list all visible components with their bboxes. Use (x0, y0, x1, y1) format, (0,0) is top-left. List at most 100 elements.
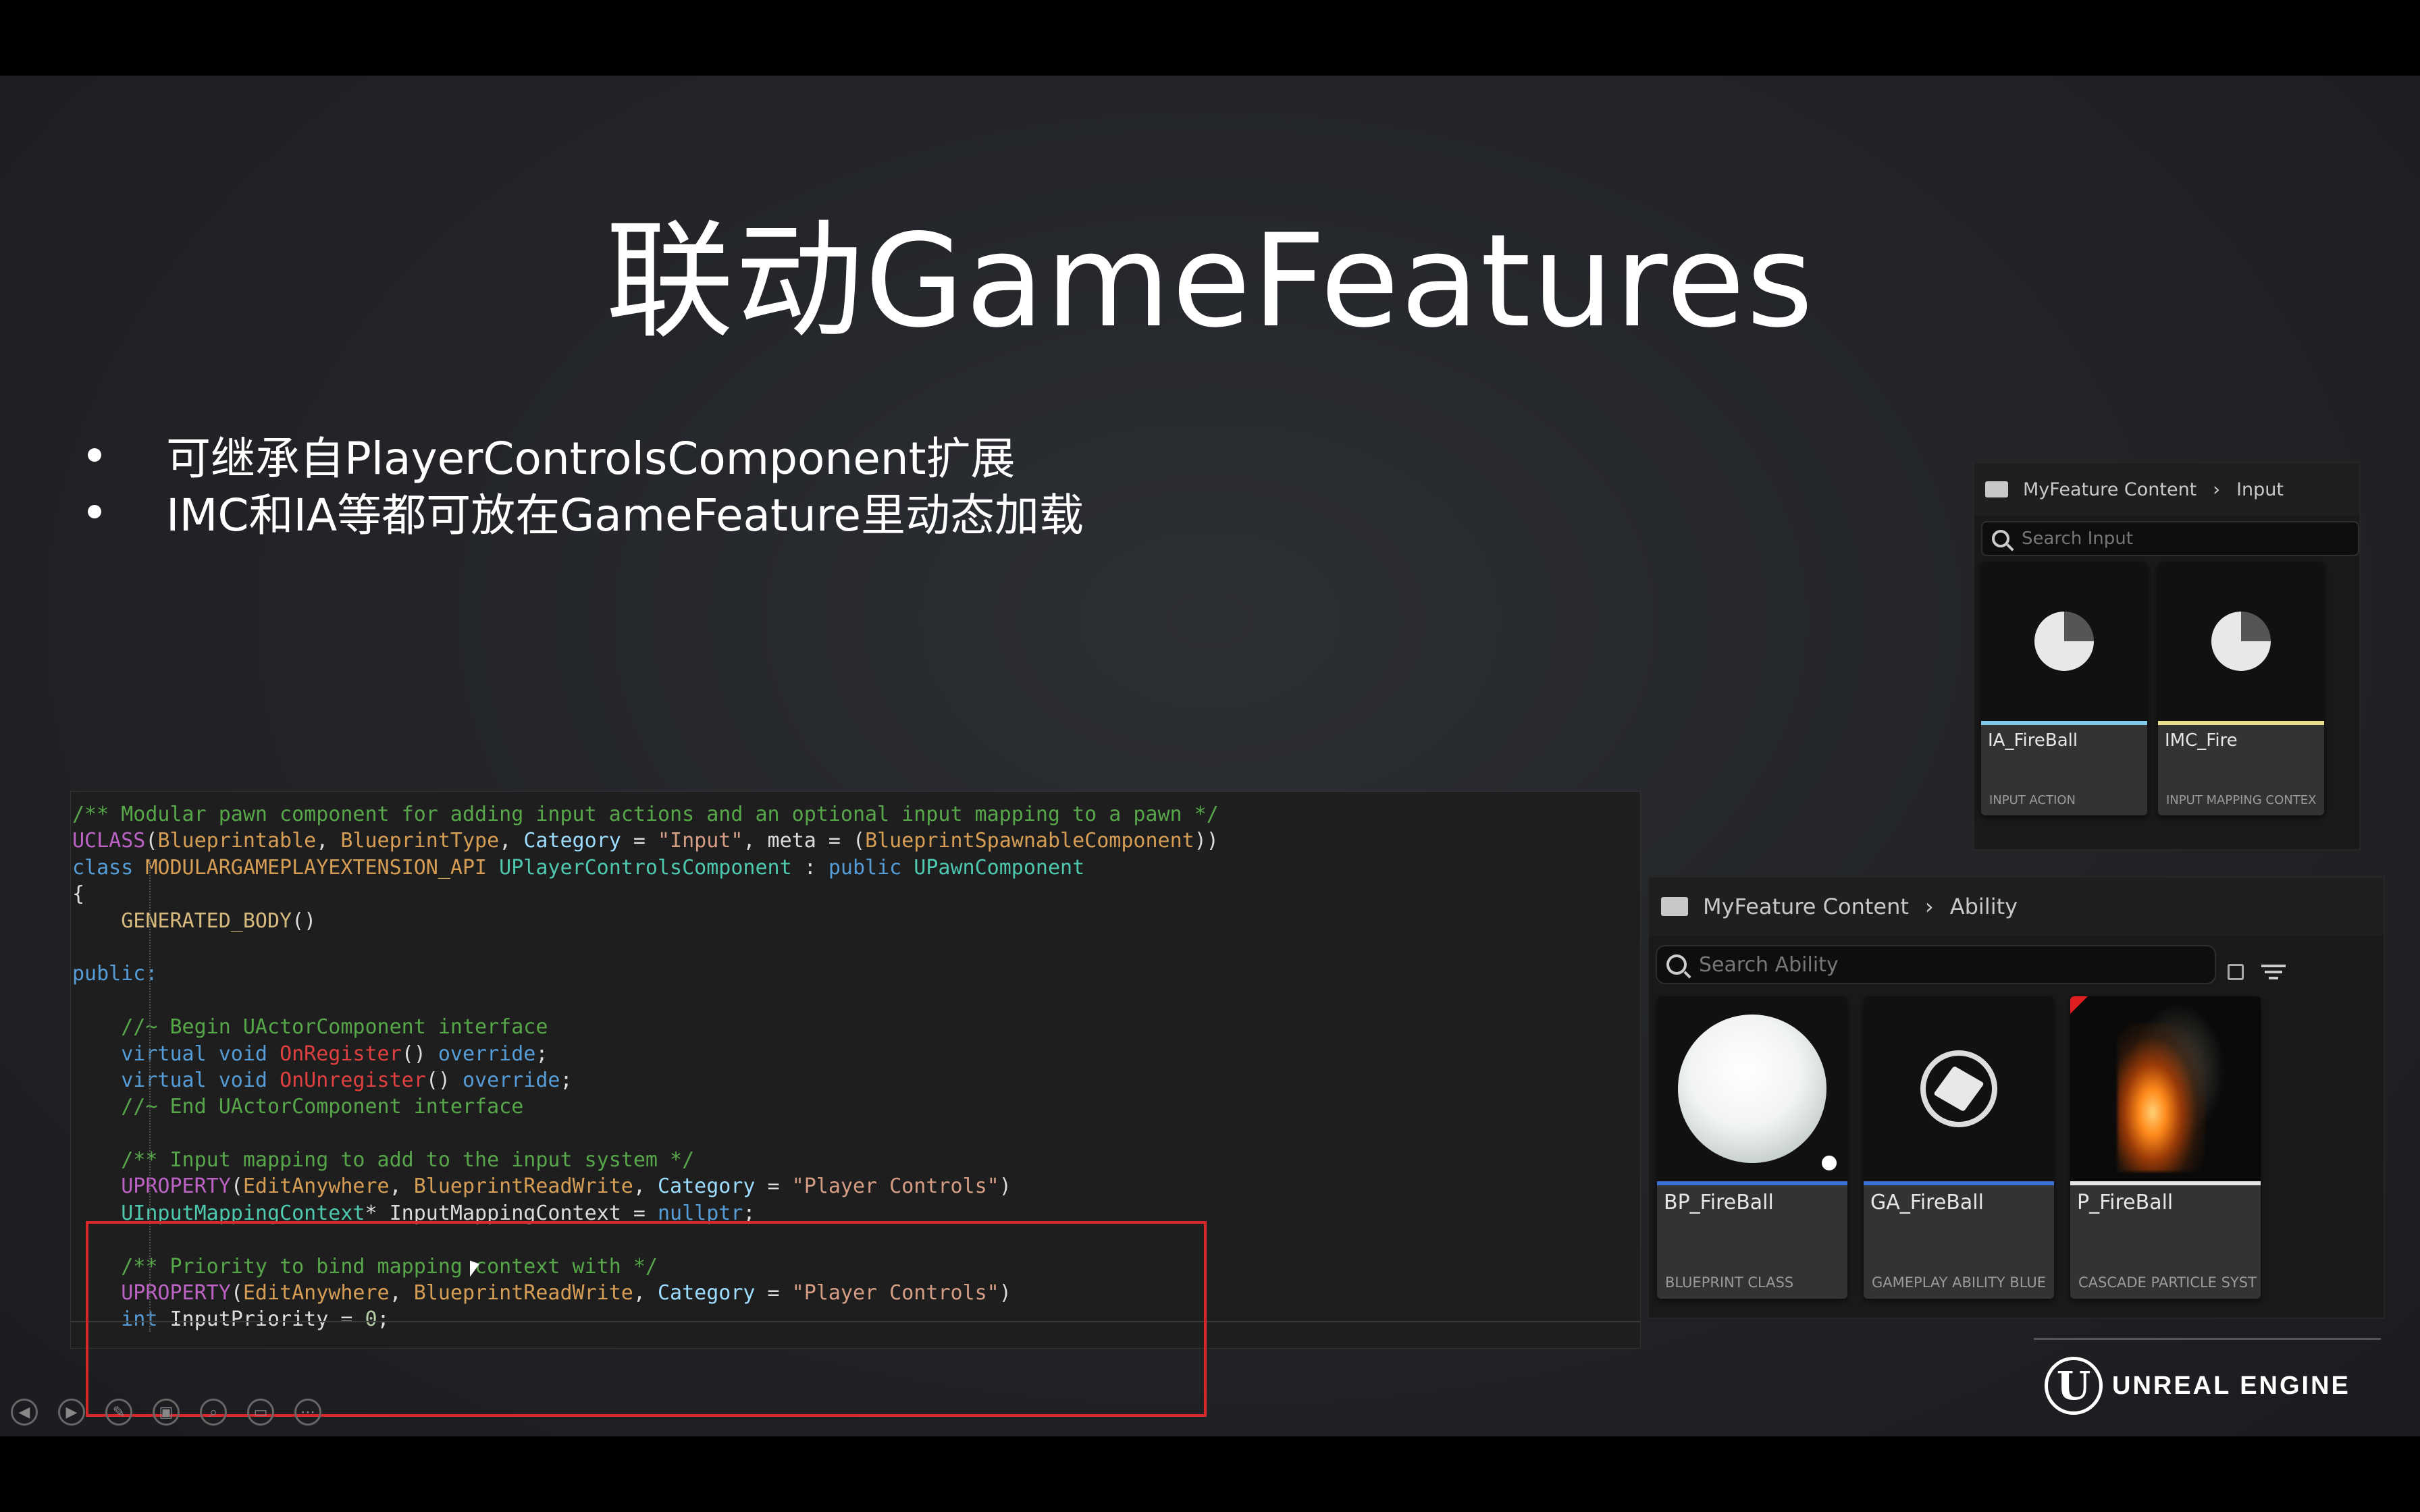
code-token: UPROPERTY (121, 1174, 231, 1199)
search-icon (1666, 954, 1687, 975)
asset-thumbnail (1657, 996, 1847, 1181)
filter-icon[interactable] (2260, 964, 2287, 979)
asset-type: BLUEPRINT CLASS (1665, 1274, 1794, 1291)
asset-grid: BP_FireBall BLUEPRINT CLASS GA_FireBall … (1657, 996, 2384, 1299)
code-token: , meta = ( (743, 829, 866, 853)
prev-icon[interactable]: ◀ (11, 1399, 38, 1426)
slide: 联动GameFeatures 可继承自PlayerControlsCompone… (0, 76, 2420, 1436)
code-token: class (72, 855, 146, 880)
input-asset-icon (2034, 612, 2094, 671)
bullet-item: 可继承自PlayerControlsComponent扩展 (81, 427, 1084, 485)
breadcrumb-root[interactable]: MyFeature Content (2023, 479, 2197, 500)
code-token: )) (1194, 829, 1219, 853)
unreal-engine-logo: U UNREAL ENGINE (2045, 1357, 2350, 1415)
asset-type-underline (1657, 1181, 1847, 1185)
asset-tile[interactable]: GA_FireBall GAMEPLAY ABILITY BLUE (1864, 996, 2054, 1299)
code-token: UPlayerControlsComponent (499, 855, 792, 880)
bullet-dot (88, 448, 101, 462)
breadcrumb-leaf[interactable]: Input (2236, 479, 2284, 500)
asset-type: INPUT MAPPING CONTEX (2166, 793, 2317, 807)
bullet-item: IMC和IA等都可放在GameFeature里动态加载 (81, 483, 1084, 541)
asset-tile[interactable]: IMC_Fire INPUT MAPPING CONTEX (2158, 562, 2324, 815)
asset-thumbnail (1864, 996, 2054, 1181)
code-token: , (499, 829, 524, 853)
code-token: { (72, 882, 85, 907)
next-icon[interactable]: ▶ (58, 1399, 85, 1426)
bullet-list: 可继承自PlayerControlsComponent扩展 IMC和IA等都可放… (81, 427, 1084, 541)
blueprint-badge-icon (1819, 1153, 1839, 1173)
code-token: ) (999, 1174, 1011, 1199)
ability-content-browser: MyFeature Content › Ability Search Abili… (1648, 876, 2385, 1319)
brand-text: UNREAL ENGINE (2112, 1371, 2350, 1400)
code-line: virtual void OnUnregister() override; (71, 1067, 1640, 1094)
cube-icon (1920, 1050, 1997, 1127)
code-token: Category (657, 1174, 756, 1199)
code-token: OnRegister (280, 1042, 402, 1066)
asset-tile[interactable]: BP_FireBall BLUEPRINT CLASS (1657, 996, 1847, 1299)
code-token: , (316, 829, 341, 853)
asset-type: GAMEPLAY ABILITY BLUE (1872, 1274, 2046, 1291)
breadcrumb-leaf[interactable]: Ability (1950, 894, 2018, 919)
toolbar (2226, 963, 2287, 980)
highlight-box (86, 1221, 1207, 1417)
code-token: OnUnregister (280, 1068, 426, 1092)
asset-type-underline (2158, 721, 2324, 725)
asset-tile[interactable]: P_FireBall CASCADE PARTICLE SYST (2070, 996, 2261, 1299)
code-token: "Player Controls" (791, 1174, 999, 1199)
code-line: class MODULARGAMEPLAYEXTENSION_API UPlay… (71, 855, 1640, 881)
code-token: ; (535, 1042, 548, 1066)
asset-tile[interactable]: IA_FireBall INPUT ACTION (1981, 562, 2147, 815)
pen-icon[interactable]: ✎ (105, 1399, 132, 1426)
fire-preview (2118, 1023, 2205, 1172)
zoom-icon[interactable]: ⌕ (200, 1399, 227, 1426)
pages-icon[interactable]: ▣ (153, 1399, 180, 1426)
code-token: EditAnywhere (242, 1174, 390, 1199)
modified-flag-icon (2070, 996, 2088, 1014)
search-input[interactable]: Search Ability (1656, 945, 2216, 984)
asset-type: CASCADE PARTICLE SYST (2078, 1274, 2257, 1291)
asset-name: BP_FireBall (1664, 1191, 1774, 1214)
breadcrumb: MyFeature Content › Input (1974, 463, 2359, 516)
code-token: BlueprintSpawnableComponent (865, 829, 1194, 853)
code-token: BlueprintReadWrite (413, 1174, 633, 1199)
bullet-text: IMC和IA等都可放在GameFeature里动态加载 (166, 489, 1084, 541)
asset-name: IMC_Fire (2165, 730, 2238, 751)
input-content-browser: MyFeature Content › Input Search Input I… (1973, 462, 2361, 850)
code-token: public: (72, 962, 158, 986)
breadcrumb-root[interactable]: MyFeature Content (1703, 894, 1909, 919)
search-input[interactable]: Search Input (1981, 521, 2359, 556)
code-token: () (425, 1068, 463, 1092)
code-token: : (791, 855, 828, 880)
code-token: /** Input mapping to add to the input sy… (72, 1148, 695, 1172)
code-line: //~ End UActorComponent interface (71, 1094, 1640, 1120)
slide-title: 联动GameFeatures (605, 207, 1815, 356)
code-token: "Input" (658, 829, 743, 853)
code-editor: /** Modular pawn component for adding in… (70, 791, 1641, 1417)
sphere-preview (1678, 1015, 1826, 1163)
mouse-cursor-icon (470, 1260, 479, 1280)
subtitles-icon[interactable]: ▭ (247, 1399, 274, 1426)
bullet-text: 可继承自PlayerControlsComponent扩展 (166, 433, 1016, 485)
search-placeholder: Search Ability (1699, 952, 1839, 977)
code-line: UCLASS(Blueprintable, BlueprintType, Cat… (71, 828, 1640, 854)
search-placeholder: Search Input (2022, 529, 2133, 549)
code-token: BlueprintType (340, 829, 500, 853)
folder-icon (1661, 897, 1688, 916)
asset-thumbnail (2070, 996, 2261, 1181)
more-icon[interactable]: ⋯ (294, 1399, 321, 1426)
code-token: override (463, 1068, 560, 1092)
code-token: UCLASS (72, 829, 146, 853)
save-search-icon[interactable] (2228, 963, 2244, 980)
asset-name: P_FireBall (2077, 1191, 2174, 1214)
asset-grid: IA_FireBall INPUT ACTION IMC_Fire INPUT … (1981, 562, 2359, 815)
code-line: GENERATED_BODY() (71, 908, 1640, 934)
asset-type-underline (2070, 1181, 2261, 1185)
code-token: , (633, 1174, 658, 1199)
code-line: virtual void OnRegister() override; (71, 1041, 1640, 1067)
search-row: Search Ability (1649, 936, 2384, 994)
